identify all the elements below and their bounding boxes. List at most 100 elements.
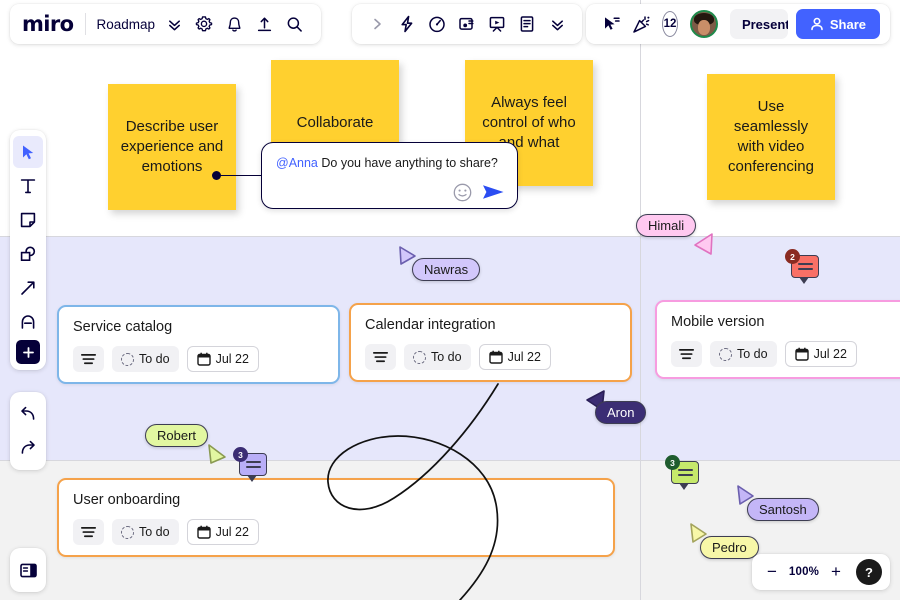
comment-pin-body: 3 [233, 447, 267, 482]
comment-composer[interactable]: @Anna Do you have anything to share? [261, 142, 518, 209]
frame-divider-vertical [640, 0, 641, 600]
more-tools-chevron-icon[interactable] [542, 9, 572, 39]
sticky-note-tool[interactable] [13, 204, 43, 236]
description-lines-icon [81, 354, 96, 365]
sticky-note-describe[interactable]: Describe user experience and emotions [108, 84, 236, 210]
search-icon[interactable] [279, 9, 309, 39]
undo-button[interactable] [13, 398, 43, 430]
help-button[interactable]: ? [856, 559, 882, 585]
status-chip[interactable]: To do [710, 341, 777, 367]
panel-toolbar [10, 548, 46, 592]
settings-gear-icon[interactable] [189, 9, 219, 39]
left-toolbar [10, 130, 46, 370]
cursor-label-robert: Robert [145, 424, 209, 447]
expand-right-icon[interactable] [362, 9, 392, 39]
video-chat-icon[interactable] [452, 9, 482, 39]
due-date-chip[interactable]: Jul 22 [478, 344, 551, 370]
status-chip[interactable]: To do [112, 519, 179, 545]
cursor-label-nawras: Nawras [412, 258, 481, 281]
cursor-pointer-icon [208, 444, 226, 464]
zoom-in-button[interactable]: + [824, 559, 848, 585]
cursor-pointer-icon [694, 233, 713, 255]
comment-pin-count: 2 [785, 249, 800, 264]
zoom-out-button[interactable]: − [760, 559, 784, 585]
comment-pin-body: 3 [665, 455, 699, 490]
task-card-calendar-integration[interactable]: Calendar integration To do Jul 22 [349, 303, 632, 382]
status-dotted-circle-icon [121, 352, 134, 366]
lightning-apps-icon[interactable] [392, 9, 422, 39]
comment-pin-green[interactable]: 3 [665, 455, 699, 490]
card-meta-row: To do Jul 22 [73, 519, 599, 545]
cursor-label-aron: Aron [595, 401, 647, 424]
sticky-note-text: Describe user experience and emotions [120, 118, 224, 175]
cursor-label-himali: Himali [636, 214, 697, 237]
notes-document-icon[interactable] [512, 9, 542, 39]
sticky-note-text: Collaborate [296, 114, 374, 132]
collaborator-count-badge[interactable]: 12 [662, 11, 678, 37]
due-date-label: Jul 22 [813, 347, 847, 361]
board-name-label[interactable]: Roadmap [96, 17, 159, 32]
sticky-note-video[interactable]: Use seamlessly with video conferencing [707, 74, 835, 200]
frame-divider-bottom [0, 460, 900, 461]
task-card-mobile-version[interactable]: Mobile version To do Jul 22 [655, 300, 900, 379]
shapes-tool[interactable] [13, 238, 43, 270]
card-title: User onboarding [73, 492, 181, 508]
description-icon-chip[interactable] [671, 341, 702, 367]
board-menu-chevron-icon[interactable] [159, 9, 189, 39]
divider [85, 13, 87, 35]
status-chip[interactable]: To do [404, 344, 471, 370]
notifications-bell-icon[interactable] [219, 9, 249, 39]
calendar-icon [196, 525, 211, 539]
add-more-tool[interactable] [16, 340, 40, 364]
redo-button[interactable] [13, 432, 43, 464]
top-bar: miro Roadmap 12 Present Share [0, 0, 900, 48]
pen-tool[interactable] [13, 306, 43, 338]
comment-text: @Anna Do you have anything to share? [276, 155, 503, 171]
upload-export-icon[interactable] [249, 9, 279, 39]
zoom-controls: − 100% + ? [752, 554, 890, 590]
avatar[interactable] [689, 10, 718, 38]
comment-mention[interactable]: @Anna [276, 156, 318, 170]
comment-pin-body: 2 [785, 249, 819, 284]
cursor-share-icon[interactable] [596, 9, 626, 39]
calendar-icon [794, 347, 809, 361]
presentation-icon[interactable] [482, 9, 512, 39]
status-chip[interactable]: To do [112, 346, 179, 372]
description-icon-chip[interactable] [73, 346, 104, 372]
status-dotted-circle-icon [719, 347, 732, 361]
share-label: Share [829, 16, 866, 32]
send-arrow-icon[interactable] [482, 182, 505, 202]
comment-pin-red[interactable]: 2 [785, 249, 819, 284]
status-dotted-circle-icon [121, 525, 134, 539]
due-date-chip[interactable]: Jul 22 [784, 341, 857, 367]
toggle-panel-button[interactable] [13, 554, 43, 586]
calendar-icon [196, 352, 211, 366]
description-icon-chip[interactable] [73, 519, 104, 545]
miro-logo[interactable]: miro [22, 12, 85, 36]
timer-icon[interactable] [422, 9, 452, 39]
zoom-level-label[interactable]: 100% [788, 566, 820, 578]
person-icon [811, 17, 823, 31]
share-button[interactable]: Share [795, 9, 880, 39]
task-card-user-onboarding[interactable]: User onboarding To do Jul 22 [57, 478, 615, 557]
connector-arrow-tool[interactable] [13, 272, 43, 304]
due-date-chip[interactable]: Jul 22 [186, 346, 259, 372]
frame-divider-top [0, 236, 900, 237]
present-button[interactable]: Present [729, 9, 788, 39]
select-tool[interactable] [13, 136, 43, 168]
text-tool[interactable] [13, 170, 43, 202]
card-meta-row: To do Jul 22 [365, 344, 616, 370]
celebrate-party-popper-icon[interactable] [626, 9, 656, 39]
description-lines-icon [373, 352, 388, 363]
task-card-service-catalog[interactable]: Service catalog To do Jul 22 [57, 305, 340, 384]
present-label: Present [741, 16, 788, 32]
sticky-note-text: Use seamlessly with video conferencing [728, 98, 814, 175]
comment-anchor-dot[interactable] [212, 171, 221, 180]
status-label: To do [139, 525, 170, 539]
cursor-label-santosh: Santosh [747, 498, 819, 521]
comment-pin-purple[interactable]: 3 [233, 447, 267, 482]
description-icon-chip[interactable] [365, 344, 396, 370]
smiley-icon[interactable] [453, 183, 472, 202]
due-date-chip[interactable]: Jul 22 [186, 519, 259, 545]
top-bar-right-group: 12 Present Share [586, 4, 890, 44]
